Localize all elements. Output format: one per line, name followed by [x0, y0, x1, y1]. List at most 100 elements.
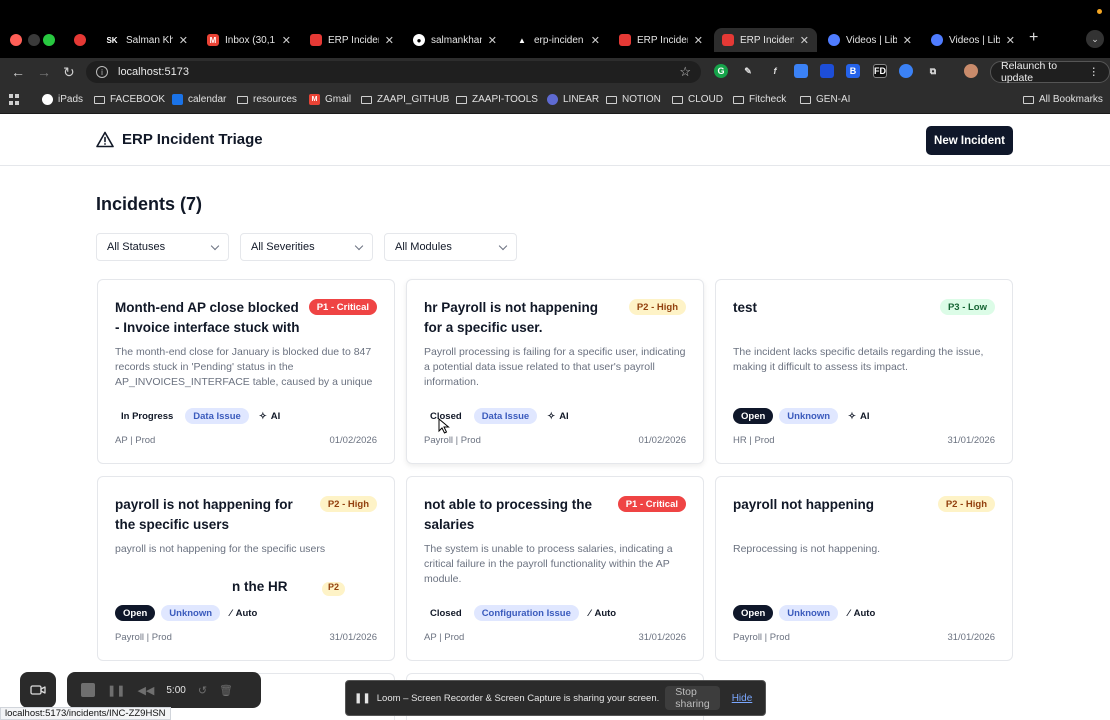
- minimize-window-button[interactable]: [28, 34, 40, 46]
- forward-arrow-icon[interactable]: →: [37, 64, 51, 80]
- close-window-button[interactable]: [10, 34, 22, 46]
- bookmark-cloud[interactable]: CLOUD: [672, 94, 723, 105]
- chevron-down-icon: [498, 241, 508, 251]
- folder-icon: [94, 95, 105, 104]
- browser-tab[interactable]: Videos | Lib ✕: [923, 28, 1023, 52]
- pen-extension-icon[interactable]: ✎: [741, 64, 755, 78]
- bookmark-resources[interactable]: resources: [237, 94, 297, 105]
- browser-tab[interactable]: ERP Inciden ✕: [611, 28, 711, 52]
- incident-card[interactable]: hr Payroll is not happening for a specif…: [406, 279, 704, 464]
- status-filter-select[interactable]: All Statuses: [96, 233, 229, 261]
- severity-badge: P1 - Critical: [617, 496, 686, 512]
- close-tab-icon[interactable]: ✕: [282, 34, 291, 47]
- erp-icon: [722, 34, 734, 46]
- source-badge: ✧ AI: [547, 410, 569, 422]
- status-badge: Open: [733, 605, 774, 621]
- severity-filter-select[interactable]: All Severities: [240, 233, 373, 261]
- trash-icon[interactable]: 🗑: [219, 684, 233, 697]
- browser-tab[interactable]: M Inbox (30,1 ✕: [199, 28, 299, 52]
- fd-extension-icon[interactable]: FD: [873, 64, 887, 78]
- grammarly-extension-icon[interactable]: G: [714, 64, 728, 78]
- extension-icon[interactable]: [794, 64, 808, 78]
- incident-date: 01/02/2026: [329, 435, 377, 446]
- stop-recording-icon[interactable]: [81, 683, 95, 697]
- bookmark-ipads[interactable]: iPads: [42, 94, 83, 105]
- close-tab-icon[interactable]: ✕: [800, 34, 809, 47]
- all-bookmarks[interactable]: All Bookmarks: [1023, 94, 1103, 105]
- site-info-icon[interactable]: i: [96, 66, 108, 78]
- wand-icon: ⁄: [848, 607, 850, 619]
- apps-grid-icon[interactable]: [9, 94, 20, 105]
- restart-icon[interactable]: ↺: [198, 684, 207, 697]
- browser-tab[interactable]: SK Salman Khan ✕: [96, 28, 196, 52]
- bookmark-calendar[interactable]: calendar: [172, 94, 226, 105]
- bookmark-notion[interactable]: NOTION: [606, 94, 661, 105]
- rewind-icon[interactable]: ◀◀: [137, 684, 154, 697]
- extension-icon[interactable]: [899, 64, 913, 78]
- incident-card[interactable]: test P3 - Low The incident lacks specifi…: [715, 279, 1013, 464]
- close-tab-icon[interactable]: ✕: [179, 34, 188, 47]
- incident-card[interactable]: payroll is not happening for the specifi…: [97, 476, 395, 661]
- close-tab-icon[interactable]: ✕: [1006, 34, 1015, 47]
- puzzle-icon[interactable]: ⧉: [926, 64, 940, 78]
- sk-icon: SK: [106, 35, 118, 45]
- profile-avatar[interactable]: [964, 64, 978, 78]
- sparkle-icon: ✧: [547, 410, 556, 422]
- close-tab-icon[interactable]: ✕: [903, 34, 912, 47]
- close-tab-icon[interactable]: ✕: [488, 34, 497, 47]
- folder-icon: [800, 95, 811, 104]
- browser-tab[interactable]: ERP Inciden ✕: [302, 28, 402, 52]
- close-tab-icon[interactable]: ✕: [591, 34, 600, 47]
- incident-title: test: [733, 300, 758, 315]
- function-extension-icon[interactable]: f: [768, 64, 782, 78]
- browser-tab[interactable]: Videos | Lib ✕: [820, 28, 920, 52]
- incident-card[interactable]: payroll not happening P2 - High Reproces…: [715, 476, 1013, 661]
- close-tab-icon[interactable]: ✕: [694, 34, 703, 47]
- browser-tab-active[interactable]: ERP Inciden ✕: [714, 28, 817, 52]
- erp-icon: [619, 34, 631, 46]
- maximize-window-button[interactable]: [43, 34, 55, 46]
- hide-banner-link[interactable]: Hide: [726, 693, 759, 704]
- reload-icon[interactable]: ↻: [63, 64, 75, 81]
- bookmark-fitcheck[interactable]: Fitcheck: [733, 94, 786, 105]
- incident-card[interactable]: Month-end AP close blocked - Invoice int…: [97, 279, 395, 464]
- bookmark-star-icon[interactable]: ☆: [679, 64, 691, 80]
- extension-icon[interactable]: B: [846, 64, 860, 78]
- app-brand[interactable]: ERP Incident Triage: [96, 131, 263, 148]
- bookmark-zaapi-github[interactable]: ZAAPI_GITHUB: [361, 94, 449, 105]
- back-arrow-icon[interactable]: ←: [11, 64, 25, 80]
- pause-icon[interactable]: ❚❚: [107, 684, 125, 697]
- more-vert-icon: ⋮: [1088, 66, 1100, 78]
- close-tab-icon[interactable]: ✕: [385, 34, 394, 47]
- tab-search-button[interactable]: ⌄: [1086, 30, 1104, 48]
- browser-tab[interactable]: ▲ erp-inciden ✕: [508, 28, 608, 52]
- browser-tab[interactable]: ● salmankhan ✕: [405, 28, 505, 52]
- bookmark-gmail[interactable]: M Gmail: [309, 94, 351, 105]
- mouse-cursor-icon: [438, 418, 450, 434]
- sparkle-icon: ✧: [258, 410, 267, 422]
- incident-date: 31/01/2026: [329, 632, 377, 643]
- shield-extension-icon[interactable]: [820, 64, 834, 78]
- page-title: Incidents (7): [96, 194, 203, 214]
- incident-description: The month-end close for January is block…: [115, 346, 373, 388]
- bookmark-zaapi-tools[interactable]: ZAAPI-TOOLS: [456, 94, 538, 105]
- relaunch-button[interactable]: Relaunch to update ⋮: [990, 60, 1110, 84]
- vercel-icon: ▲: [518, 35, 526, 45]
- camera-toggle-button[interactable]: [20, 672, 56, 708]
- new-incident-button[interactable]: New Incident: [926, 126, 1013, 155]
- browser-tab[interactable]: [66, 28, 92, 52]
- bookmark-gen-ai[interactable]: GEN-AI: [800, 94, 850, 105]
- stop-sharing-button[interactable]: Stop sharing: [665, 686, 720, 710]
- url-text: localhost:5173: [118, 66, 189, 78]
- bookmark-facebook[interactable]: FACEBOOK: [94, 94, 165, 105]
- wand-icon: ⁄: [230, 607, 232, 619]
- issue-type-badge: Unknown: [779, 605, 839, 621]
- screen-share-banner: ❚❚ Loom – Screen Recorder & Screen Captu…: [345, 680, 766, 716]
- new-tab-button[interactable]: +: [1029, 29, 1038, 47]
- address-bar[interactable]: i localhost:5173 ☆: [86, 61, 701, 83]
- sparkle-icon: ✧: [848, 410, 856, 422]
- incident-card[interactable]: not able to processing the salaries P1 -…: [406, 476, 704, 661]
- bookmark-linear[interactable]: LINEAR: [547, 94, 599, 105]
- module-filter-select[interactable]: All Modules: [384, 233, 517, 261]
- issue-type-badge: Data Issue: [473, 408, 538, 424]
